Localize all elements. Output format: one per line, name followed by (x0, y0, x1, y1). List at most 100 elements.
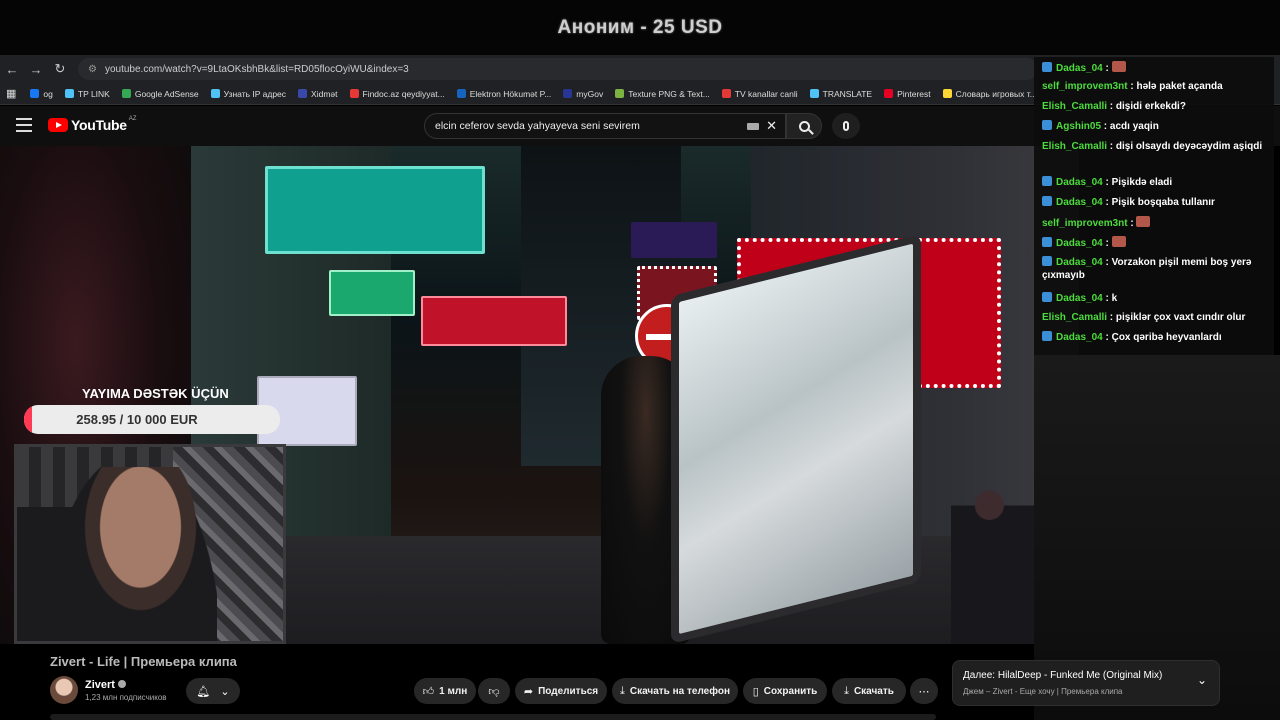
download-phone-label: Скачать на телефон (629, 685, 730, 697)
download-to-phone-button[interactable]: ⤓ Скачать на телефон (612, 678, 738, 704)
platform-badge-icon (1042, 256, 1052, 266)
chat-username: self_improvem3nt (1042, 81, 1128, 92)
bookmark-label: Elektron Hökumət P... (469, 88, 552, 99)
chat-username: Elish_Camalli (1042, 141, 1108, 152)
platform-badge-icon (1042, 176, 1052, 186)
chevron-down-icon: ⌄ (220, 685, 230, 698)
stream-alert-banner: Аноним - 25 USD (0, 0, 1280, 55)
chat-message: self_improvem3nt : (1042, 216, 1270, 230)
youtube-play-icon (48, 118, 68, 132)
chat-username: Dadas_04 (1056, 177, 1103, 188)
back-icon[interactable]: ← (0, 62, 24, 77)
chevron-down-icon[interactable]: ⌄ (1197, 673, 1207, 687)
save-label: Сохранить (763, 685, 818, 697)
bookmark-favicon-icon (563, 89, 573, 98)
bookmark-item[interactable]: TV kanallar canli (721, 88, 798, 99)
chat-text: dişidi erkekdi? (1115, 101, 1186, 112)
bookmark-item[interactable]: Словарь игровых т... (942, 88, 1037, 99)
bookmark-label: Словарь игровых т... (955, 88, 1037, 99)
youtube-logo[interactable]: YouTube AZ (48, 116, 136, 133)
more-actions-button[interactable]: ⋯ (910, 678, 938, 704)
donation-amount: 258.95 / 10 000 EUR (76, 412, 198, 427)
chat-username: Agshin05 (1056, 121, 1102, 132)
bookmark-favicon-icon (884, 89, 894, 98)
bookmark-label: Pinterest (897, 88, 931, 99)
download-icon: ⤓ (620, 684, 625, 697)
bookmark-item[interactable]: myGov (563, 89, 603, 99)
like-count: 1 млн (439, 685, 468, 697)
bookmark-item[interactable]: Google AdSense (121, 88, 199, 99)
chat-separator: : (1102, 177, 1112, 188)
bookmark-label: Google AdSense (134, 88, 199, 99)
donation-goal-title: YAYIMA DƏSTƏK ÜÇÜN (82, 386, 229, 401)
bookmark-item[interactable]: Elektron Hökumət P... (456, 88, 552, 99)
menu-icon[interactable] (16, 118, 32, 132)
bookmark-item[interactable]: Pinterest (884, 89, 931, 99)
download-icon: ⤓ (844, 684, 849, 697)
address-bar[interactable]: ⚙ youtube.com/watch?v=9LtaOKsbhBk&list=R… (78, 58, 1038, 80)
platform-badge-icon (1042, 237, 1052, 247)
platform-badge-icon (1042, 120, 1052, 130)
up-next-subtitle: Джем – Zivert - Еще хочу | Премьера клип… (963, 687, 1123, 696)
save-button[interactable]: ▯ Сохранить (743, 678, 827, 704)
chat-text: Çox qəribə heyvanlardı (1111, 332, 1222, 343)
bookmark-item[interactable]: TRANSLATE (809, 88, 873, 99)
platform-badge-icon (1042, 196, 1052, 206)
up-next-panel[interactable]: Далее: HilalDeep - Funked Me (Original M… (952, 660, 1220, 706)
bookmark-favicon-icon (721, 89, 731, 98)
clear-search-icon[interactable]: ✕ (766, 118, 777, 134)
chat-username: Dadas_04 (1056, 197, 1103, 208)
bookmark-item[interactable]: Узнать IP адрес (210, 89, 286, 99)
reload-icon[interactable]: ↻ (48, 61, 72, 77)
search-button[interactable] (786, 113, 822, 139)
like-button[interactable]: 👍︎ 1 млн (414, 678, 476, 704)
dislike-button[interactable]: 👎︎ (478, 678, 510, 704)
chat-username: Dadas_04 (1056, 238, 1103, 249)
chat-separator: : (1102, 332, 1112, 343)
below-video-panel (50, 714, 936, 720)
neon-sign (421, 296, 567, 346)
video-player[interactable] (191, 146, 1079, 644)
bookmark-item[interactable]: TP LINK (64, 89, 110, 99)
chat-separator: : (1102, 238, 1112, 249)
chat-message: Dadas_04 : Pişikdə eladi (1042, 176, 1270, 189)
apps-icon[interactable]: ▦ (6, 87, 16, 100)
bookmark-item[interactable]: Xidmət (298, 88, 338, 99)
chat-text: Pişik boşqaba tullanır (1111, 197, 1215, 208)
bookmark-item[interactable]: Texture PNG & Text... (615, 89, 710, 99)
chat-username: Elish_Camalli (1042, 312, 1108, 323)
chat-message: Elish_Camalli : dişi olsaydı deyəcəydim … (1042, 140, 1270, 153)
chat-separator: : (1102, 197, 1112, 208)
chat-separator: : (1107, 101, 1116, 112)
site-info-icon[interactable]: ⚙ (88, 64, 97, 75)
bookmark-favicon-icon (809, 89, 819, 98)
neon-sign (631, 222, 717, 258)
channel-name[interactable]: Zivert (85, 679, 126, 691)
channel-avatar[interactable] (50, 676, 78, 704)
chat-text: Pişikdə eladi (1111, 177, 1173, 188)
chat-text: acdı yaqin (1109, 121, 1159, 132)
bookmark-label: Xidmət (311, 88, 338, 99)
chat-message: self_improvem3nt : hələ paket açanda (1042, 80, 1270, 93)
url-text: youtube.com/watch?v=9LtaOKsbhBk&list=RD0… (104, 63, 409, 75)
bookmark-favicon-icon (30, 89, 40, 98)
share-button[interactable]: ➦ Поделиться (515, 678, 607, 704)
keyboard-icon[interactable] (747, 123, 759, 130)
chat-text: pişiklər çox vaxt cındır olur (1115, 312, 1246, 323)
bookmark-favicon-icon (298, 89, 308, 98)
download-button[interactable]: ⤓ Скачать (832, 678, 906, 704)
microphone-icon (843, 121, 849, 131)
search-input[interactable]: elcin ceferov sevda yahyayeva seni sevir… (424, 113, 786, 139)
bookmark-item[interactable]: og (30, 89, 53, 99)
chat-message: Dadas_04 : (1042, 61, 1270, 75)
verified-icon (117, 680, 126, 688)
forward-icon[interactable]: → (24, 62, 48, 77)
platform-badge-icon (1042, 331, 1052, 341)
subscriber-count: 1,23 млн подписчиков (85, 693, 167, 702)
notification-bell-button[interactable]: 🔔︎ ⌄ (186, 678, 240, 704)
bookmark-label: TRANSLATE (822, 88, 873, 99)
bookmark-label: TV kanallar canli (734, 88, 798, 99)
bookmark-label: Texture PNG & Text... (628, 88, 710, 99)
voice-search-button[interactable] (832, 113, 860, 139)
bookmark-item[interactable]: Findoc.az qeydiyyat... (349, 89, 445, 99)
